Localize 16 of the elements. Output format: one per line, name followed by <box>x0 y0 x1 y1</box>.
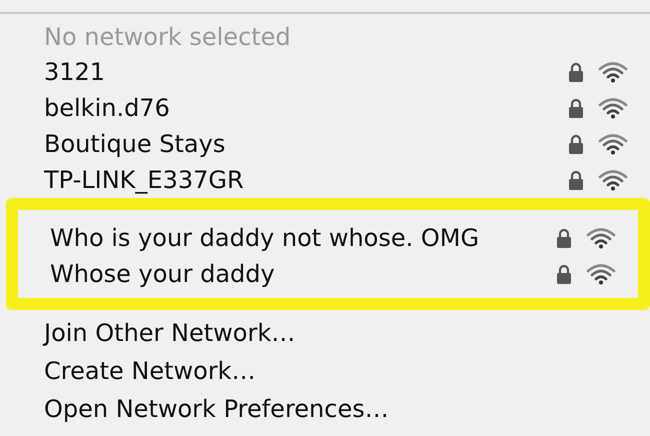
wifi-icon <box>598 61 628 83</box>
network-name[interactable]: Who is your daddy not whose. OMG <box>50 223 556 253</box>
network-name[interactable]: Whose your daddy <box>50 259 556 289</box>
wifi-icon <box>586 263 616 285</box>
status-text: No network selected <box>43 22 292 52</box>
network-name[interactable]: belkin.d76 <box>44 93 568 123</box>
menu-item[interactable]: Create Network… <box>0 352 650 390</box>
network-name[interactable]: TP-LINK_E337GR <box>44 165 568 195</box>
wifi-icon <box>586 227 616 249</box>
menu-item[interactable]: Join Other Network… <box>0 314 650 352</box>
network-name[interactable]: Boutique Stays <box>44 129 568 159</box>
wifi-icon <box>598 169 628 191</box>
wifi-icon <box>598 97 628 119</box>
network-name[interactable]: 3121 <box>44 57 568 87</box>
wifi-icon <box>598 133 628 155</box>
menu-item[interactable]: Open Network Preferences… <box>0 390 650 428</box>
